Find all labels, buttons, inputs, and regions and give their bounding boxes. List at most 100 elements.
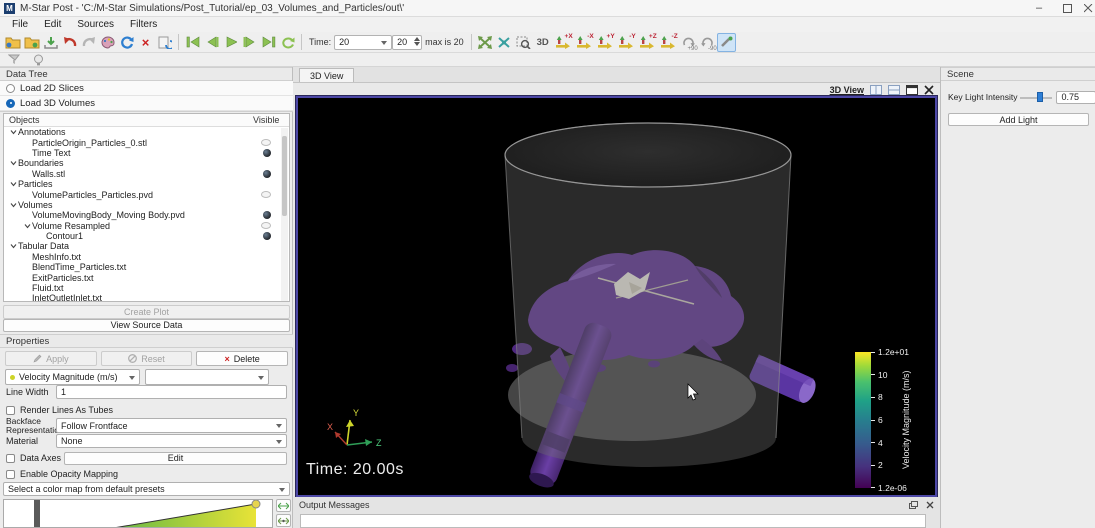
open-folder-button[interactable] bbox=[3, 33, 22, 52]
minimize-button[interactable]: – bbox=[1025, 0, 1053, 16]
material-combo[interactable]: None bbox=[56, 434, 287, 448]
view-axis-button-plusZ[interactable]: +Z bbox=[637, 33, 658, 52]
view-axis-button-minusY[interactable]: -Y bbox=[616, 33, 637, 52]
color-palette-button[interactable] bbox=[98, 33, 117, 52]
colormap-preset-combo[interactable]: Select a color map from default presets bbox=[3, 482, 290, 496]
redo-button[interactable] bbox=[79, 33, 98, 52]
colormap-editor[interactable] bbox=[3, 499, 273, 528]
step-forward-button[interactable] bbox=[240, 33, 259, 52]
float-panel-icon[interactable] bbox=[909, 500, 918, 509]
menu-file[interactable]: File bbox=[4, 19, 36, 30]
visibility-toggle[interactable] bbox=[263, 232, 271, 241]
view-source-data-button[interactable]: View Source Data bbox=[3, 318, 290, 332]
open-recent-folder-button[interactable] bbox=[22, 33, 41, 52]
delete-button[interactable]: × Delete bbox=[196, 351, 289, 366]
opacity-mapping-checkbox[interactable] bbox=[6, 469, 15, 479]
tree-row[interactable]: Walls.stl bbox=[4, 169, 289, 179]
menu-sources[interactable]: Sources bbox=[69, 19, 122, 30]
tree-row[interactable]: Contour1 bbox=[4, 231, 289, 241]
skip-to-end-button[interactable] bbox=[259, 33, 278, 52]
create-plot-button[interactable]: Create Plot bbox=[3, 305, 290, 319]
view-axis-button-minusX[interactable]: -X bbox=[574, 33, 595, 52]
data-axes-grid-checkbox[interactable] bbox=[6, 453, 15, 463]
tree-row[interactable]: Volumes bbox=[4, 200, 289, 210]
line-width-input[interactable]: 1 bbox=[56, 385, 287, 399]
visibility-toggle[interactable] bbox=[261, 139, 271, 147]
load-3d-volumes-radio[interactable]: Load 3D Volumes bbox=[0, 96, 293, 111]
expander-icon[interactable] bbox=[8, 129, 18, 135]
tree-row[interactable]: Fluid.txt bbox=[4, 283, 289, 293]
rescale-range-button[interactable] bbox=[276, 499, 291, 512]
refresh-button[interactable] bbox=[117, 33, 136, 52]
zoom-box-button[interactable] bbox=[514, 33, 533, 52]
reset-button[interactable]: Reset bbox=[100, 351, 193, 366]
add-light-button[interactable]: Add Light bbox=[948, 113, 1089, 126]
loop-playback-button[interactable] bbox=[278, 33, 297, 52]
tree-row[interactable]: Annotations bbox=[4, 127, 289, 137]
close-view-icon[interactable] bbox=[924, 84, 934, 95]
view-axis-button-minusZ[interactable]: -Z bbox=[658, 33, 679, 52]
visibility-toggle[interactable] bbox=[261, 191, 271, 199]
rescale-data-range-button[interactable] bbox=[276, 514, 291, 527]
radio-selected-icon[interactable] bbox=[6, 98, 15, 108]
import-data-button[interactable] bbox=[41, 33, 60, 52]
split-vertical-icon[interactable] bbox=[870, 84, 882, 95]
color-field-combo[interactable]: Velocity Magnitude (m/s) bbox=[5, 369, 140, 385]
skip-to-start-button[interactable] bbox=[183, 33, 202, 52]
probe-tool-button[interactable] bbox=[716, 32, 736, 52]
viewport-3d[interactable]: X Y Z Time: 20.00s 1.2e+01 10 8 6 4 2 1.2e-06 … bbox=[296, 96, 937, 497]
undo-button[interactable] bbox=[60, 33, 79, 52]
tree-row[interactable]: BlendTime_Particles.txt bbox=[4, 262, 289, 272]
tree-row[interactable]: Tabular Data bbox=[4, 241, 289, 251]
tree-row[interactable]: ParticleOrigin_Particles_0.stl bbox=[4, 137, 289, 148]
tree-scrollbar[interactable] bbox=[281, 128, 288, 301]
expander-icon[interactable] bbox=[22, 223, 32, 229]
expander-icon[interactable] bbox=[8, 202, 18, 208]
visibility-toggle[interactable] bbox=[263, 169, 271, 178]
output-log[interactable] bbox=[300, 514, 926, 528]
backface-combo[interactable]: Follow Frontface bbox=[56, 418, 287, 433]
expander-icon[interactable] bbox=[8, 160, 18, 166]
menu-edit[interactable]: Edit bbox=[36, 19, 69, 30]
frame-spinbox[interactable]: 20 bbox=[392, 34, 423, 50]
split-horizontal-icon[interactable] bbox=[888, 84, 900, 95]
tree-row[interactable]: VolumeParticles_Particles.pvd bbox=[4, 189, 289, 200]
zoom-to-data-button[interactable] bbox=[495, 33, 514, 52]
close-button[interactable] bbox=[1081, 0, 1095, 16]
maximize-view-icon[interactable] bbox=[906, 84, 918, 95]
edit-axes-grid-button[interactable]: Edit bbox=[64, 451, 287, 465]
step-back-button[interactable] bbox=[202, 33, 221, 52]
key-light-value-input[interactable]: 0.75 bbox=[1056, 90, 1095, 104]
close-panel-icon[interactable] bbox=[926, 501, 934, 509]
maximize-button[interactable] bbox=[1053, 0, 1081, 16]
tree-row[interactable]: Time Text bbox=[4, 148, 289, 158]
rotate-minus-90-button[interactable]: -90 bbox=[698, 33, 717, 52]
rotate-plus-90-button[interactable]: +90 bbox=[679, 33, 698, 52]
tree-row[interactable]: Boundaries bbox=[4, 158, 289, 168]
tree-row[interactable]: VolumeMovingBody_Moving Body.pvd bbox=[4, 210, 289, 220]
menu-filters[interactable]: Filters bbox=[122, 19, 165, 30]
render-tubes-checkbox[interactable] bbox=[6, 405, 15, 415]
play-button[interactable] bbox=[221, 33, 240, 52]
load-2d-slices-radio[interactable]: Load 2D Slices bbox=[0, 81, 293, 96]
radio-icon[interactable] bbox=[6, 83, 15, 93]
tree-row[interactable]: Particles bbox=[4, 179, 289, 189]
toggle-2d3d-button[interactable]: 3D bbox=[533, 33, 553, 52]
tree-row[interactable]: InletOutletInlet.txt bbox=[4, 293, 289, 301]
visibility-toggle[interactable] bbox=[261, 222, 271, 230]
tree-row[interactable]: MeshInfo.txt bbox=[4, 252, 289, 262]
component-combo[interactable] bbox=[145, 369, 269, 385]
delete-source-button[interactable]: × bbox=[136, 33, 155, 52]
reset-view-button[interactable] bbox=[476, 33, 495, 52]
tree-row[interactable]: ExitParticles.txt bbox=[4, 272, 289, 283]
tab-3d-view[interactable]: 3D View bbox=[299, 68, 355, 82]
expander-icon[interactable] bbox=[8, 243, 18, 249]
view-axis-button-plusY[interactable]: +Y bbox=[595, 33, 616, 52]
time-combo[interactable]: 20 bbox=[334, 34, 393, 50]
expander-icon[interactable] bbox=[8, 181, 18, 187]
tree-row[interactable]: Volume Resampled bbox=[4, 221, 289, 231]
apply-button[interactable]: Apply bbox=[5, 351, 97, 366]
view-title-link[interactable]: 3D View bbox=[830, 85, 864, 95]
view-axis-button-plusX[interactable]: +X bbox=[553, 33, 574, 52]
slider-handle[interactable] bbox=[1037, 92, 1044, 102]
